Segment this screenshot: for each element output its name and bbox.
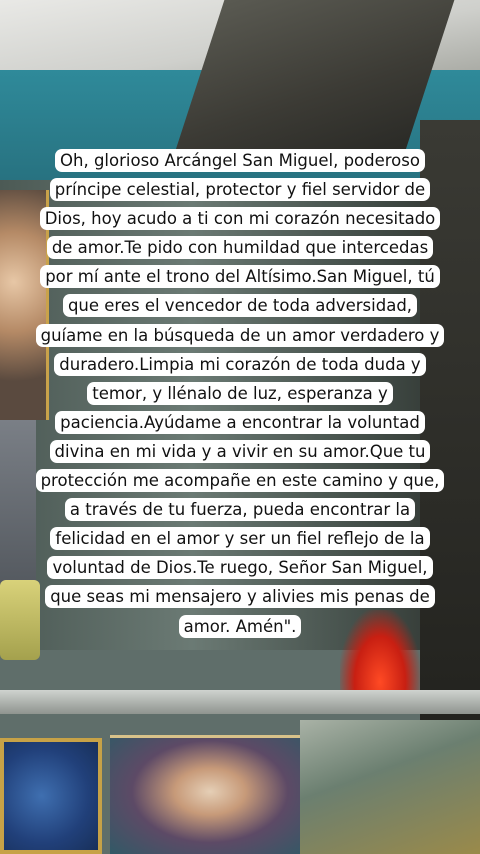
prayer-line: paciencia.Ayúdame a encontrar la volunta… [55,410,425,434]
prayer-line: de amor.Te pido con humildad que interce… [46,236,434,260]
prayer-line: Oh, glorioso Arcángel San Miguel, podero… [55,149,425,172]
prayer-line: protección me acompañe en este camino y … [35,469,445,493]
ceiling-beam [175,0,455,150]
prayer-line: por mí ante el trono del Altísimo.San Mi… [40,265,440,289]
prayer-card-right [300,720,480,854]
prayer-line: guíame en la búsqueda de un amor verdade… [35,323,445,347]
prayer-line: que eres el vencedor de toda adversidad, [62,294,418,318]
prayer-line: que seas mi mensajero y alivies mis pena… [45,585,435,609]
prayer-line: amor. Amén". [178,614,302,638]
prayer-line: divina en mi vida y a vivir en su amor.Q… [49,439,431,463]
prayer-line: voluntad de Dios.Te ruego, Señor San Mig… [47,556,433,580]
prayer-card-left [0,738,102,854]
prayer-line: Dios, hoy acudo a ti con mi corazón nece… [39,207,441,231]
altar-shelf [0,690,480,714]
background-photo: Oh, glorioso Arcángel San Miguel, podero… [0,0,480,854]
prayer-line: temor, y llénalo de luz, esperanza y [87,381,393,405]
prayer-line: príncipe celestial, protector y fiel ser… [49,178,431,202]
virgin-mary-card [110,735,310,854]
prayer-line: a través de tu fuerza, pueda encontrar l… [64,498,416,522]
prayer-line: felicidad en el amor y ser un fiel refle… [50,527,430,551]
prayer-text: Oh, glorioso Arcángel San Miguel, podero… [28,146,452,641]
prayer-line: duradero.Limpia mi corazón de toda duda … [54,352,426,376]
